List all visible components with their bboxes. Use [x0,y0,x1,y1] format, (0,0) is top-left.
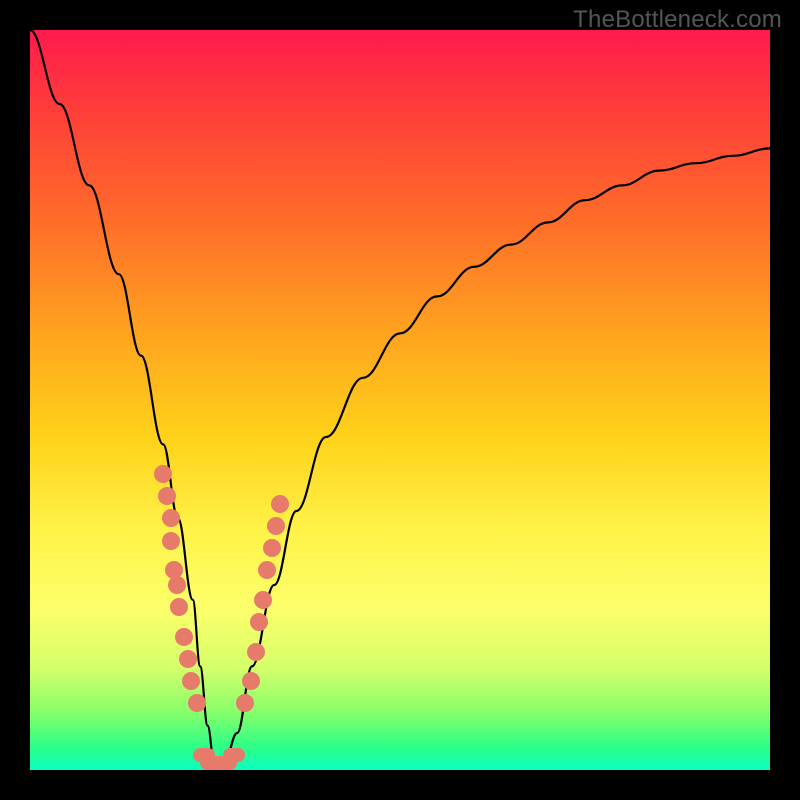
valley-cluster-point [223,748,245,762]
left-cluster-point [179,650,197,668]
right-cluster-point [271,495,289,513]
left-cluster-point [162,532,180,550]
right-cluster-point [242,672,260,690]
left-cluster-point [182,672,200,690]
right-cluster-point [250,613,268,631]
right-cluster-point [254,591,272,609]
curve-layer [30,30,770,770]
left-cluster-point [162,509,180,527]
right-cluster-point [247,643,265,661]
watermark-text: TheBottleneck.com [573,6,782,34]
bottleneck-curve [30,30,770,770]
left-cluster-point [175,628,193,646]
plot-area [30,30,770,770]
right-cluster-point [258,561,276,579]
left-cluster-point [170,598,188,616]
right-cluster-point [263,539,281,557]
left-cluster-point [168,576,186,594]
left-cluster-point [154,465,172,483]
left-cluster-point [158,487,176,505]
chart-frame: TheBottleneck.com [0,0,800,800]
right-cluster-point [267,517,285,535]
left-cluster-point [188,694,206,712]
right-cluster-point [236,694,254,712]
